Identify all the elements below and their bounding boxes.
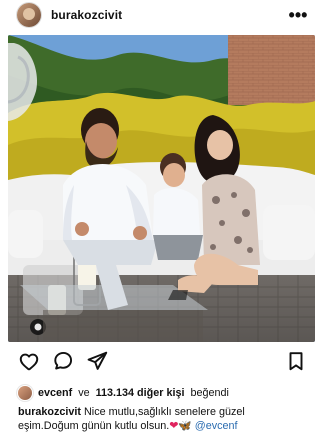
post-photo[interactable]: [8, 35, 315, 342]
profile-avatar[interactable]: [17, 3, 41, 27]
post-username[interactable]: burakozcivit: [51, 8, 122, 22]
butterfly-emoji: 🦋: [178, 420, 192, 432]
caption-text-line1: Nice mutlu,sağlıklı senelere güzel: [84, 406, 245, 418]
paper-plane-icon: [86, 350, 108, 372]
save-button[interactable]: [285, 350, 307, 372]
more-options-button[interactable]: •••: [289, 6, 308, 24]
post-photo-illustration: [8, 35, 315, 342]
bookmark-icon: [285, 350, 307, 372]
post-actions: [0, 350, 322, 376]
liker-avatar: [18, 386, 32, 400]
caption-mention[interactable]: @evcenf: [195, 420, 238, 432]
like-button[interactable]: [18, 350, 40, 372]
likes-verb: beğendi: [190, 387, 229, 399]
post-header: burakozcivit •••: [0, 0, 322, 32]
liker-username[interactable]: evcenf: [38, 387, 72, 399]
caption-text-line2: eşim.Doğum günün kutlu olsun.: [18, 420, 170, 432]
share-button[interactable]: [86, 350, 108, 372]
likes-conjunction: ve: [78, 387, 90, 399]
likes-summary[interactable]: evcenf ve 113.134 diğer kişi beğendi: [18, 385, 308, 401]
caption-username[interactable]: burakozcivit: [18, 406, 81, 418]
post-caption: burakozcivit Nice mutlu,sağlıklı seneler…: [18, 405, 308, 433]
heart-emoji: ❤: [169, 420, 179, 432]
comment-button[interactable]: [52, 350, 74, 372]
heart-outline-icon: [18, 350, 40, 372]
comment-icon: [52, 350, 74, 372]
likes-count[interactable]: 113.134 diğer kişi: [96, 387, 185, 399]
